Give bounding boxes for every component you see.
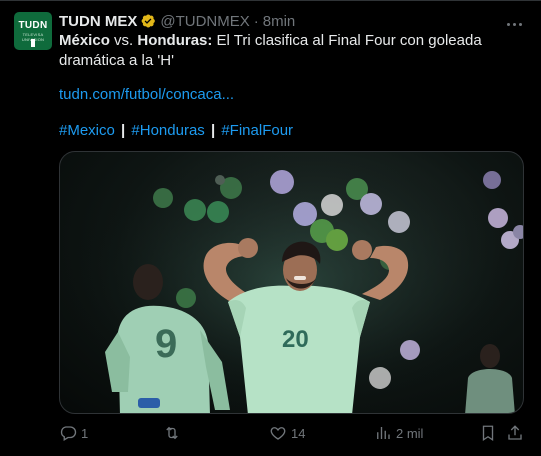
avatar-logo-text: TUDN bbox=[18, 20, 48, 31]
retweet-icon bbox=[166, 426, 178, 440]
bookmark-icon bbox=[482, 425, 494, 442]
views-count: 2 mil bbox=[396, 425, 424, 441]
hashtag-honduras[interactable]: #Honduras bbox=[131, 122, 204, 139]
player-main-number: 20 bbox=[282, 326, 309, 353]
hashtag-separator: | bbox=[121, 122, 126, 139]
retweet-button[interactable] bbox=[163, 424, 185, 442]
text-bold-mexico: México bbox=[59, 32, 110, 49]
like-count: 14 bbox=[291, 425, 306, 441]
hashtags: #Mexico | #Honduras | #FinalFour bbox=[59, 122, 293, 139]
time-separator: · bbox=[253, 12, 259, 30]
bookmark-button[interactable] bbox=[479, 424, 501, 442]
hashtag-mexico[interactable]: #Mexico bbox=[59, 122, 115, 139]
text-bold-honduras: Honduras: bbox=[137, 32, 213, 49]
text-vs: vs. bbox=[109, 32, 138, 49]
media-photo[interactable]: 9 20 bbox=[59, 151, 524, 414]
handle[interactable]: @TUDNMEX bbox=[160, 13, 249, 30]
tweet-text: México vs. Honduras: El Tri clasifica al… bbox=[59, 31, 529, 71]
timestamp[interactable]: 8min bbox=[263, 13, 296, 30]
tweet[interactable]: TUDN TELEVISA UNIVISION TUDN MEX @TUDNME… bbox=[0, 0, 541, 456]
player-left-number: 9 bbox=[155, 322, 177, 366]
display-name[interactable]: TUDN MEX bbox=[59, 13, 137, 30]
action-bar: 1 14 2 mil bbox=[59, 422, 529, 446]
share-button[interactable] bbox=[506, 424, 528, 442]
tweet-header: TUDN MEX @TUDNMEX · 8min bbox=[59, 11, 295, 31]
article-link[interactable]: tudn.com/futbol/concaca... bbox=[59, 86, 234, 103]
avatar-logo-mark bbox=[31, 39, 35, 47]
hashtag-separator: | bbox=[210, 122, 216, 139]
share-icon bbox=[508, 425, 522, 440]
like-button[interactable]: 14 bbox=[269, 424, 305, 442]
photo-illustration: 9 20 bbox=[60, 152, 523, 413]
heart-icon bbox=[270, 427, 286, 440]
views-icon bbox=[377, 427, 390, 439]
views-button[interactable]: 2 mil bbox=[374, 424, 423, 442]
reply-button[interactable]: 1 bbox=[59, 424, 88, 442]
reply-icon bbox=[60, 426, 77, 441]
verified-badge-icon[interactable] bbox=[140, 13, 156, 29]
more-icon[interactable] bbox=[505, 13, 525, 29]
avatar[interactable]: TUDN TELEVISA UNIVISION bbox=[14, 12, 52, 50]
reply-count: 1 bbox=[81, 425, 89, 441]
hashtag-finalfour[interactable]: #FinalFour bbox=[221, 122, 293, 139]
